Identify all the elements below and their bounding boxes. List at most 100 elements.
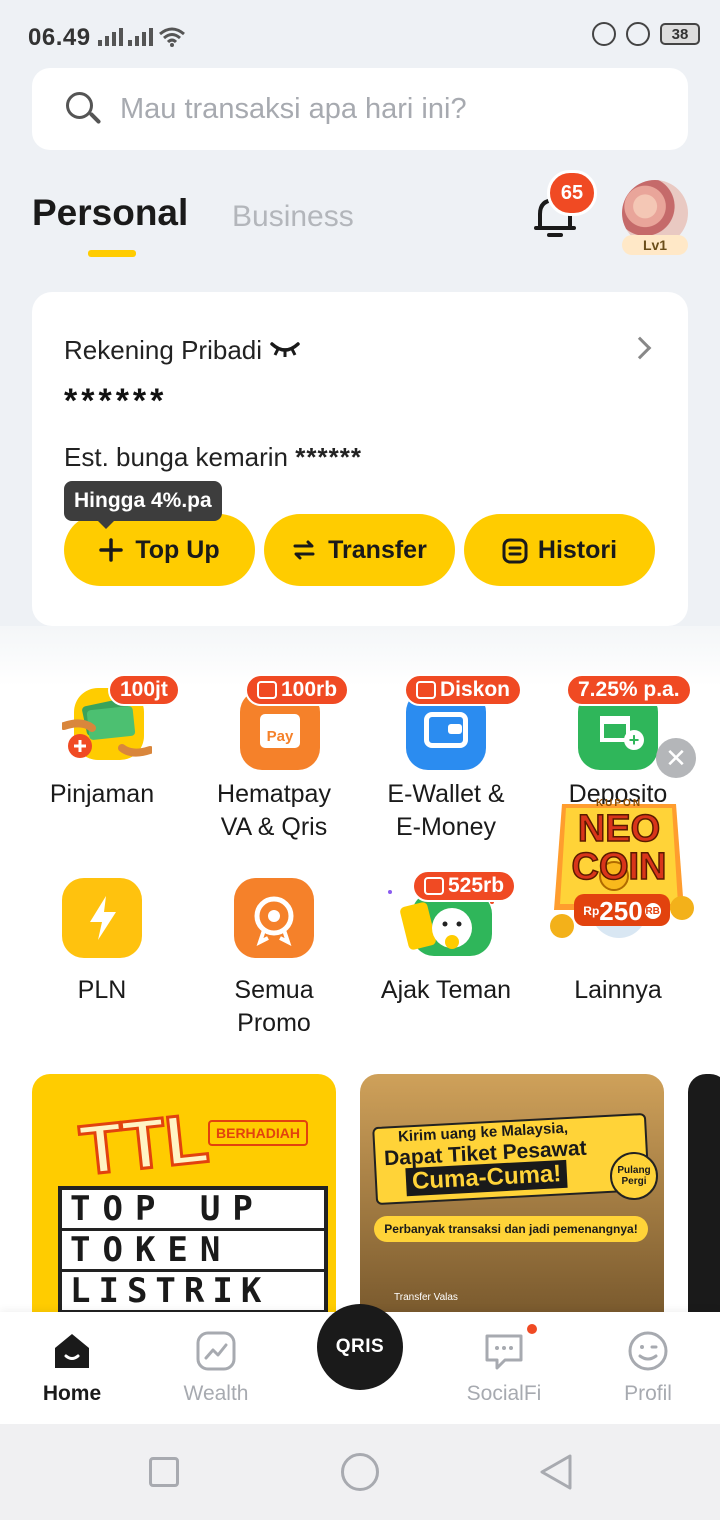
nav-home-label: Home	[42, 1382, 102, 1405]
notification-badge: 65	[547, 170, 597, 216]
qris-button[interactable]: QRIS	[317, 1304, 403, 1390]
lightning-icon	[90, 896, 116, 940]
hide-balance-icon[interactable]	[270, 340, 300, 358]
banner-next-peek[interactable]	[688, 1074, 720, 1314]
tab-personal[interactable]: Personal	[32, 192, 188, 234]
history-icon	[502, 538, 528, 564]
label-line-2: E-Money	[395, 813, 497, 841]
promo-tag-text: 525rb	[448, 874, 505, 897]
smiley-icon	[627, 1330, 669, 1372]
promo-tag-text: 100jt	[120, 678, 168, 701]
label-line-1: Hematpay	[217, 780, 331, 808]
topup-label: Top Up	[135, 535, 220, 564]
interest-tooltip: Hingga 4%.pa	[64, 481, 222, 521]
wealth-chart-icon	[195, 1330, 237, 1372]
crossword-row-2: TOKEN	[62, 1231, 324, 1269]
menu-item-promo-label[interactable]: Semua Promo	[188, 974, 360, 1040]
ttl-logo: TTL	[75, 1097, 214, 1191]
menu-item-more-label[interactable]: Lainnya	[532, 974, 704, 1007]
promo-icon[interactable]	[234, 878, 314, 958]
neo-line-1: NEO	[577, 808, 661, 850]
promo-tag-text: Diskon	[440, 678, 511, 701]
transfer-label: Transfer	[328, 535, 427, 564]
promo-tag-loan: 100jt	[108, 674, 180, 706]
transfer-arrows-icon	[292, 538, 316, 562]
search-bar[interactable]: Mau transaksi apa hari ini?	[32, 68, 688, 150]
neo-amount: 250	[599, 895, 643, 926]
tooltip-tail	[96, 519, 116, 529]
neo-line-2: COIN	[571, 846, 668, 888]
nav-profile-label: Profil	[624, 1382, 672, 1405]
crossword-grid: TOP UP TOKEN LISTRIK	[58, 1186, 328, 1314]
menu-item-loan-label[interactable]: Pinjaman	[16, 778, 188, 811]
search-icon	[66, 92, 102, 126]
country-text: Malaysia,	[500, 1119, 569, 1141]
nav-socialfi[interactable]: SocialFi	[432, 1322, 576, 1406]
battery-indicator: 38	[660, 23, 700, 45]
plus-icon	[99, 538, 124, 562]
topup-button[interactable]: Top Up	[64, 514, 255, 586]
signal-icon	[98, 28, 123, 46]
history-label: Histori	[537, 535, 618, 564]
gift-icon	[424, 877, 444, 895]
home-system-icon[interactable]	[341, 1453, 379, 1491]
level-badge: Lv1	[622, 235, 688, 255]
banner-ttl[interactable]: TTL BERHADIAH TOP UP TOKEN LISTRIK	[32, 1074, 336, 1314]
pln-icon[interactable]	[62, 878, 142, 958]
promo-tag-text: 100rb	[281, 678, 338, 701]
home-icon	[51, 1330, 93, 1372]
menu-item-hematpay-label[interactable]: Hematpay VA & Qris	[188, 778, 360, 844]
wallet-clasp	[448, 724, 462, 734]
status-right-icons: 38	[592, 22, 700, 46]
plus-badge-icon: +	[624, 730, 644, 750]
neo-amount-pill: Rp 250 RB	[574, 896, 670, 926]
nav-profile[interactable]: Profil	[576, 1330, 720, 1406]
neo-unit: RB	[644, 903, 661, 919]
status-time: 06.49	[28, 24, 91, 51]
tab-business[interactable]: Business	[232, 200, 354, 234]
unread-dot	[525, 1322, 539, 1336]
label-line-1: Semua	[234, 976, 314, 1004]
menu-item-pln-label[interactable]: PLN	[16, 974, 188, 1007]
label-line-2: Promo	[237, 1009, 311, 1037]
promo-tag-text: 7.25% p.a.	[578, 678, 680, 701]
back-icon[interactable]	[538, 1453, 574, 1491]
nav-socialfi-label: SocialFi	[466, 1382, 542, 1405]
banner-small-text: Transfer Valas	[394, 1292, 458, 1303]
menu-item-wallet-label[interactable]: E-Wallet & E-Money	[360, 778, 532, 844]
balance-value: ******	[64, 382, 168, 420]
label-line-2: VA & Qris	[220, 813, 328, 841]
ticket-icon	[257, 681, 277, 699]
lock-rotation-icon	[592, 22, 616, 46]
history-button[interactable]: Histori	[464, 514, 655, 586]
ticket-icon	[416, 681, 436, 699]
crossword-row-3: LISTRIK	[62, 1272, 324, 1310]
menu-item-referral-label[interactable]: Ajak Teman	[360, 974, 532, 1007]
label-line-1: E-Wallet &	[387, 780, 505, 808]
search-placeholder: Mau transaksi apa hari ini?	[120, 92, 467, 125]
banner-malaysia[interactable]: Kirim uang ke Malaysia, Dapat Tiket Pesa…	[360, 1074, 664, 1314]
transfer-button[interactable]: Transfer	[264, 514, 455, 586]
banner-note: Perbanyak transaksi dan jadi pemenangnya…	[374, 1216, 648, 1242]
badge-icon	[254, 896, 294, 946]
nav-wealth-label: Wealth	[183, 1382, 249, 1405]
chat-icon	[483, 1322, 539, 1372]
promo-tag-referral: 525rb	[412, 870, 517, 902]
nav-home[interactable]: Home	[0, 1330, 144, 1406]
ttl-badge: BERHADIAH	[208, 1120, 308, 1146]
promo-tag-wallet: Diskon	[404, 674, 523, 706]
promo-tag-deposit: 7.25% p.a.	[566, 674, 692, 706]
neo-coin-promo[interactable]: KUPON NEO COIN Rp 250 RB	[544, 790, 694, 940]
interest-label: Est. bunga kemarin	[64, 442, 289, 472]
signal-icon-2	[128, 28, 153, 46]
wifi-icon	[159, 27, 185, 47]
nav-wealth[interactable]: Wealth	[144, 1330, 288, 1406]
interest-value: ******	[295, 442, 362, 472]
recents-icon[interactable]	[149, 1457, 179, 1487]
tab-active-indicator	[88, 250, 136, 257]
close-icon[interactable]: ✕	[656, 738, 696, 778]
neo-currency: Rp	[583, 904, 600, 918]
alarm-icon	[626, 22, 650, 46]
interest-row: Est. bunga kemarin ******	[64, 442, 362, 473]
round-trip-badge: Pulang Pergi	[610, 1152, 658, 1200]
